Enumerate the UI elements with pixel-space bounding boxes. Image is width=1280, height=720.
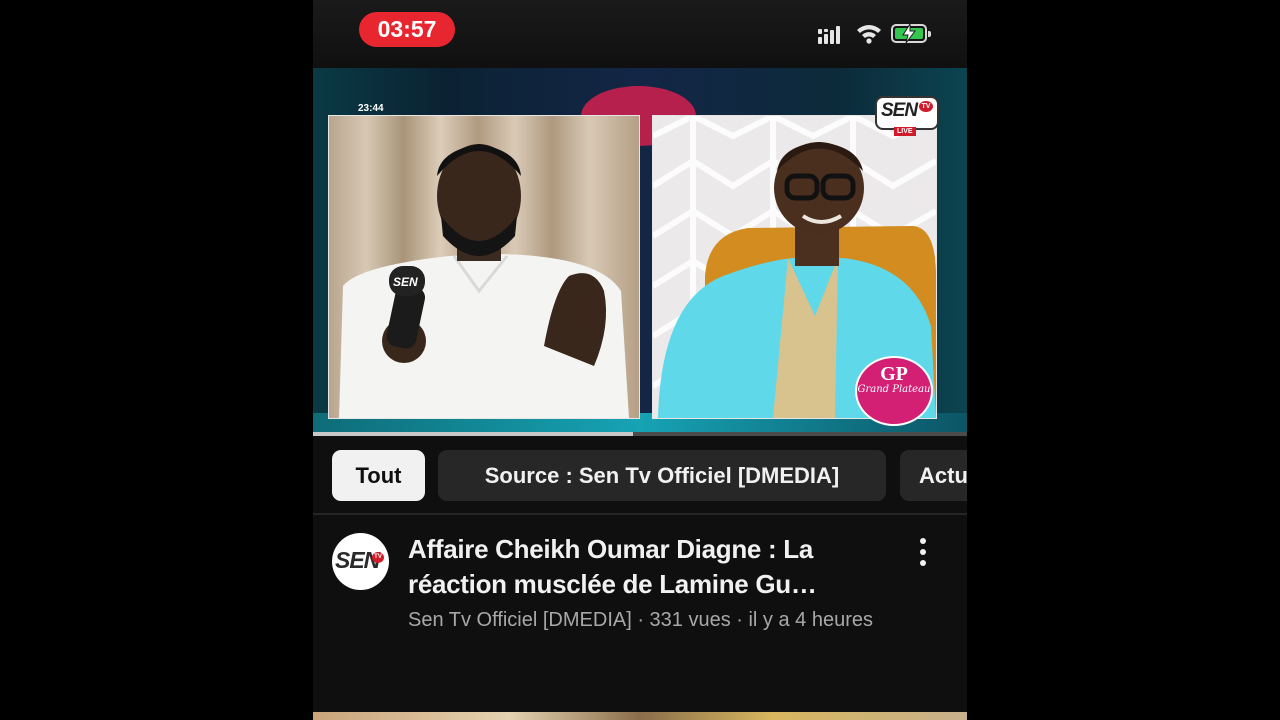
video-progress-bar[interactable] xyxy=(313,432,967,436)
overlay-timestamp: 23:44 xyxy=(358,103,384,114)
chip-actu[interactable]: Actu xyxy=(900,450,967,501)
divider xyxy=(313,513,967,515)
video-title[interactable]: Affaire Cheikh Oumar Diagne : La réactio… xyxy=(408,532,888,602)
video-title-line-2: réaction musclée de Lamine Gu… xyxy=(408,569,817,599)
chip-all[interactable]: Tout xyxy=(332,450,425,501)
chip-source[interactable]: Source : Sen Tv Officiel [DMEDIA] xyxy=(438,450,886,501)
channel-logo: SEN TV xyxy=(875,96,939,130)
status-bar: 03:57 xyxy=(313,0,967,68)
phone-screen: 03:57 23:44 SEN SEN TV LIVE GP Grand Pla… xyxy=(313,0,967,720)
svg-text:SEN: SEN xyxy=(393,275,418,289)
guest-person-figure: SEN xyxy=(339,144,629,418)
show-badge-name: Grand Plateau xyxy=(857,384,931,395)
wifi-icon xyxy=(857,25,881,44)
video-meta: Sen Tv Officiel [DMEDIA] · 331 vues · il… xyxy=(408,609,873,631)
battery-charging-icon xyxy=(891,24,931,43)
show-badge-monogram: GP xyxy=(880,363,908,385)
filter-chips: Tout Source : Sen Tv Officiel [DMEDIA] A… xyxy=(313,450,967,501)
guest-video-panel: SEN xyxy=(328,115,640,419)
more-vertical-icon[interactable] xyxy=(913,538,933,568)
video-player[interactable]: 23:44 SEN SEN TV LIVE GP Grand Plateau xyxy=(313,68,967,436)
live-badge: LIVE xyxy=(894,127,916,136)
status-clock: 03:57 xyxy=(359,12,455,47)
channel-avatar[interactable]: SEN TV xyxy=(332,533,389,590)
next-video-thumbnail[interactable] xyxy=(313,712,967,720)
cellular-signal-icon xyxy=(818,26,840,44)
video-title-line-1: Affaire Cheikh Oumar Diagne : La xyxy=(408,534,814,564)
show-badge: GP Grand Plateau xyxy=(855,356,933,426)
video-progress-played xyxy=(313,432,634,436)
